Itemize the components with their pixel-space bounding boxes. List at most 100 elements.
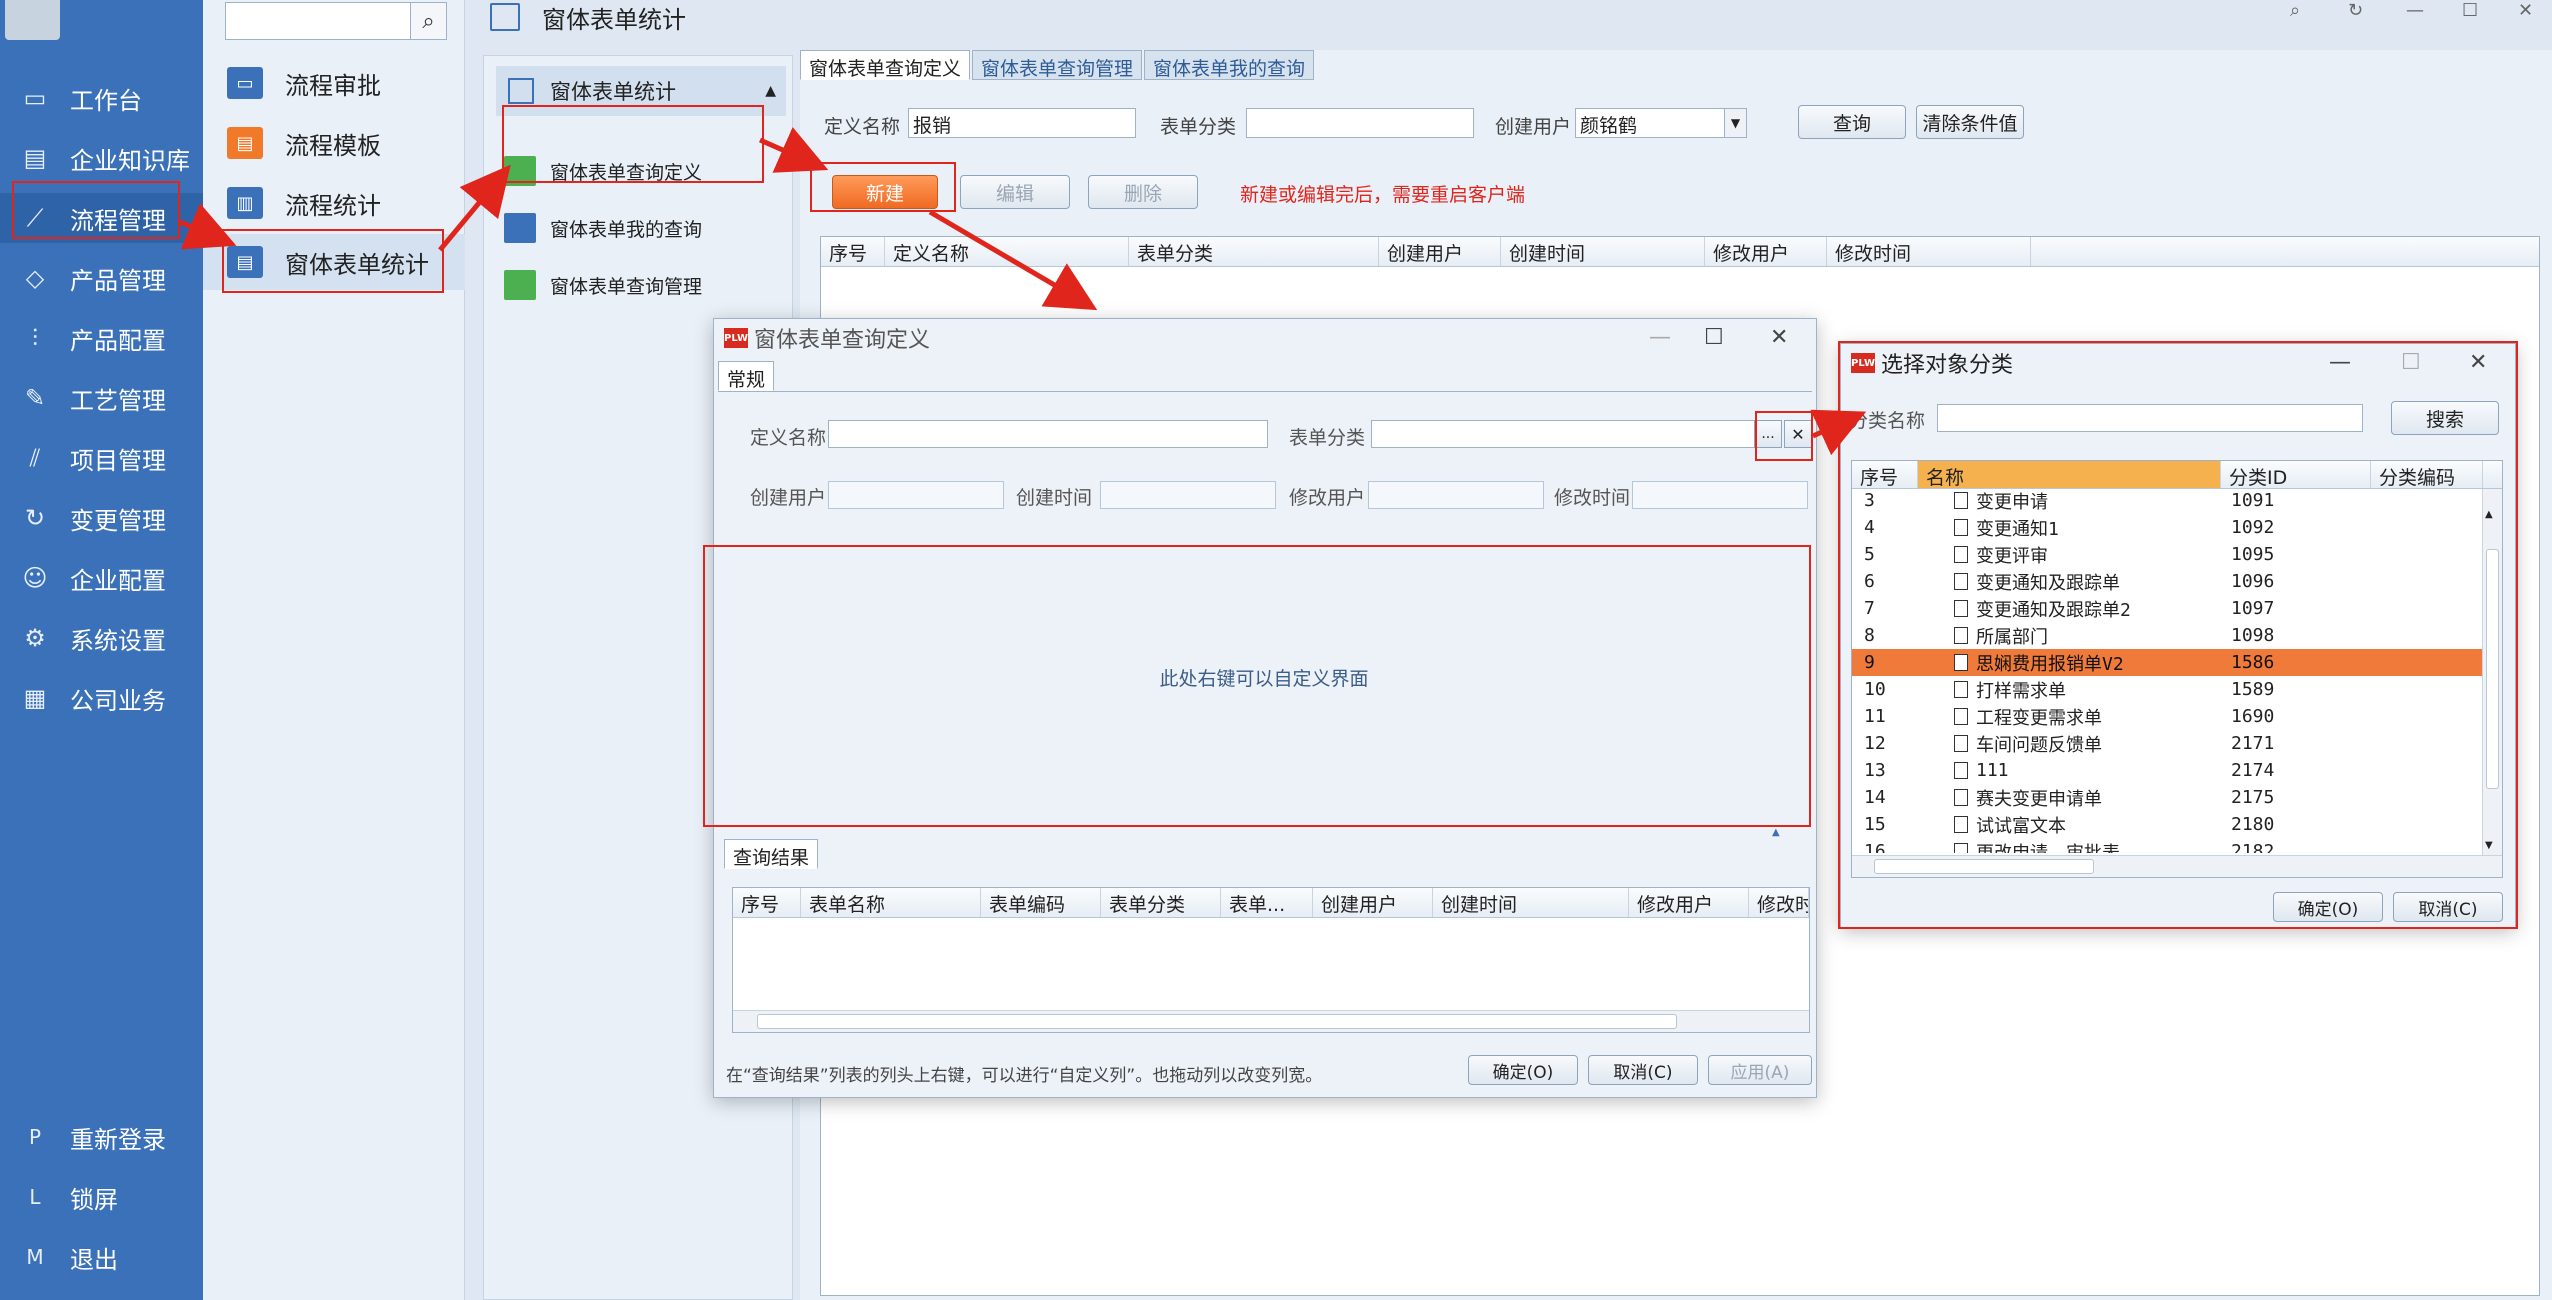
tab-my-query[interactable]: 窗体表单我的查询 bbox=[1144, 50, 1315, 80]
results-col-create-time[interactable]: 创建时间 bbox=[1433, 888, 1629, 917]
scrollbar-thumb[interactable] bbox=[757, 1014, 1677, 1029]
category-row[interactable]: 15 试试富文本 2180 bbox=[1852, 811, 2482, 838]
category-col-code[interactable]: 分类编码 bbox=[2371, 461, 2483, 488]
custom-layout-area[interactable]: 此处右键可以自定义界面 bbox=[724, 545, 1804, 809]
cancel-button[interactable]: 取消(C) bbox=[1588, 1055, 1698, 1085]
category-row[interactable]: 5 变更评审 1095 bbox=[1852, 541, 2482, 568]
ok-button[interactable]: 确定(O) bbox=[2273, 892, 2383, 922]
maximize-icon[interactable]: ☐ bbox=[1704, 325, 1724, 350]
apply-button[interactable]: 应用(A) bbox=[1708, 1055, 1812, 1085]
maximize-icon[interactable]: ☐ bbox=[2401, 350, 2421, 375]
category-row[interactable]: 13 111 2174 bbox=[1852, 757, 2482, 784]
results-col-modify-time[interactable]: 修改时 bbox=[1749, 888, 1809, 917]
tab-query-definition[interactable]: 窗体表单查询定义 bbox=[800, 50, 971, 80]
category-row[interactable]: 8 所属部门 1098 bbox=[1852, 622, 2482, 649]
results-col-form-extra[interactable]: 表单... bbox=[1221, 888, 1313, 917]
sidebar-item-business[interactable]: ▦ 公司业务 bbox=[0, 673, 203, 723]
collapse-icon[interactable]: ▲ bbox=[765, 83, 776, 99]
def-name-input[interactable]: 报销 bbox=[908, 108, 1136, 138]
category-row[interactable]: 16 更改申请、审批表 2182 bbox=[1852, 838, 2482, 853]
refresh-icon[interactable]: ↻ bbox=[2348, 0, 2363, 21]
edit-button[interactable]: 编辑 bbox=[960, 175, 1070, 209]
results-col-seq[interactable]: 序号 bbox=[733, 888, 801, 917]
category-row[interactable]: 3 变更申请 1091 bbox=[1852, 487, 2482, 514]
tab-query-results[interactable]: 查询结果 bbox=[724, 839, 819, 869]
collapse-icon[interactable]: ▲ bbox=[1772, 827, 1780, 838]
scrollbar-thumb[interactable] bbox=[1874, 859, 2094, 874]
close-icon[interactable]: ✕ bbox=[2469, 350, 2487, 375]
sidebar-item-enterprise[interactable]: ☺ 企业配置 bbox=[0, 553, 203, 603]
avatar[interactable] bbox=[5, 0, 60, 40]
new-button[interactable]: 新建 bbox=[832, 175, 938, 209]
nav-item-query-management[interactable]: 窗体表单查询管理 bbox=[504, 260, 784, 310]
category-col-id[interactable]: 分类ID bbox=[2221, 461, 2371, 488]
clear-category-button[interactable]: ✕ bbox=[1784, 420, 1812, 448]
category-row[interactable]: 10 打样需求单 1589 bbox=[1852, 676, 2482, 703]
category-row[interactable]: 14 赛夫变更申请单 2175 bbox=[1852, 784, 2482, 811]
lock-screen-button[interactable]: L 锁屏 bbox=[0, 1172, 203, 1222]
submenu-item-statistics[interactable]: ▥ 流程统计 bbox=[203, 175, 465, 231]
nav-item-my-query[interactable]: 窗体表单我的查询 bbox=[504, 203, 784, 253]
grid-col-def-name[interactable]: 定义名称 bbox=[885, 237, 1129, 266]
creator-select[interactable]: 颜铭鹤 ▼ bbox=[1575, 108, 1747, 138]
submenu-search-input[interactable]: ⌕ bbox=[225, 2, 447, 40]
results-col-form-name[interactable]: 表单名称 bbox=[801, 888, 981, 917]
search-button[interactable]: 搜索 bbox=[2391, 401, 2499, 435]
sidebar-item-knowledge[interactable]: ▤ 企业知识库 bbox=[0, 133, 203, 183]
minimize-icon[interactable]: — bbox=[1649, 325, 1671, 350]
results-col-creator[interactable]: 创建用户 bbox=[1313, 888, 1433, 917]
chevron-down-icon[interactable]: ▼ bbox=[1724, 109, 1746, 137]
results-col-modifier[interactable]: 修改用户 bbox=[1629, 888, 1749, 917]
category-name-input[interactable] bbox=[1937, 404, 2363, 432]
close-icon[interactable]: ✕ bbox=[1770, 325, 1788, 350]
sidebar-item-workflow[interactable]: ⟋ 流程管理 bbox=[0, 193, 203, 243]
category-row[interactable]: 11 工程变更需求单 1690 bbox=[1852, 703, 2482, 730]
def-name-input[interactable] bbox=[828, 420, 1268, 448]
cancel-button[interactable]: 取消(C) bbox=[2393, 892, 2503, 922]
minimize-icon[interactable]: — bbox=[2329, 350, 2351, 375]
grid-col-modify-time[interactable]: 修改时间 bbox=[1827, 237, 2031, 266]
sidebar-item-product-config[interactable]: ⫶ 产品配置 bbox=[0, 313, 203, 363]
grid-col-seq[interactable]: 序号 bbox=[821, 237, 885, 266]
minimize-icon[interactable]: — bbox=[2406, 0, 2424, 21]
scroll-up-icon[interactable]: ▲ bbox=[2485, 509, 2493, 520]
sidebar-item-change[interactable]: ↻ 变更管理 bbox=[0, 493, 203, 543]
ok-button[interactable]: 确定(O) bbox=[1468, 1055, 1578, 1085]
vertical-scrollbar[interactable]: ▲ ▼ bbox=[2482, 489, 2502, 855]
submenu-item-template[interactable]: ▤ 流程模板 bbox=[203, 115, 465, 171]
category-row[interactable]: 9 思娴费用报销单V2 1586 bbox=[1852, 649, 2482, 676]
category-row[interactable]: 6 变更通知及跟踪单 1096 bbox=[1852, 568, 2482, 595]
scroll-down-icon[interactable]: ▼ bbox=[2485, 840, 2493, 851]
panel-header[interactable]: 窗体表单统计 ▲ bbox=[496, 66, 786, 116]
grid-col-form-category[interactable]: 表单分类 bbox=[1129, 237, 1379, 266]
search-icon[interactable]: ⌕ bbox=[2290, 0, 2300, 21]
category-row[interactable]: 7 变更通知及跟踪单2 1097 bbox=[1852, 595, 2482, 622]
delete-button[interactable]: 删除 bbox=[1088, 175, 1198, 209]
nav-item-query-definition[interactable]: 窗体表单查询定义 bbox=[504, 146, 784, 196]
form-category-input[interactable] bbox=[1371, 420, 1771, 448]
results-col-form-category[interactable]: 表单分类 bbox=[1101, 888, 1221, 917]
category-row[interactable]: 4 变更通知1 1092 bbox=[1852, 514, 2482, 541]
relogin-button[interactable]: P 重新登录 bbox=[0, 1112, 203, 1162]
sidebar-item-workbench[interactable]: ▭ 工作台 bbox=[0, 73, 203, 123]
clear-conditions-button[interactable]: 清除条件值 bbox=[1916, 105, 2024, 139]
tab-query-management[interactable]: 窗体表单查询管理 bbox=[972, 50, 1143, 80]
logout-button[interactable]: M 退出 bbox=[0, 1232, 203, 1282]
scrollbar-thumb[interactable] bbox=[2486, 549, 2499, 789]
grid-col-modifier[interactable]: 修改用户 bbox=[1705, 237, 1827, 266]
sidebar-item-product[interactable]: ◇ 产品管理 bbox=[0, 253, 203, 303]
sidebar-item-project[interactable]: ⫽ 项目管理 bbox=[0, 433, 203, 483]
results-col-form-code[interactable]: 表单编码 bbox=[981, 888, 1101, 917]
submenu-item-approval[interactable]: ▭ 流程审批 bbox=[203, 55, 465, 111]
browse-category-button[interactable]: ... bbox=[1754, 420, 1782, 448]
maximize-icon[interactable]: ☐ bbox=[2462, 0, 2478, 21]
tab-general[interactable]: 常规 bbox=[718, 361, 775, 391]
sidebar-item-craft[interactable]: ✎ 工艺管理 bbox=[0, 373, 203, 423]
grid-col-create-time[interactable]: 创建时间 bbox=[1501, 237, 1705, 266]
horizontal-scrollbar[interactable] bbox=[733, 1010, 1809, 1032]
results-grid[interactable]: 序号 表单名称 表单编码 表单分类 表单... 创建用户 创建时间 修改用户 修… bbox=[732, 887, 1810, 1033]
submenu-item-form-statistics[interactable]: ▤ 窗体表单统计 bbox=[203, 234, 465, 290]
category-row[interactable]: 12 车间问题反馈单 2171 bbox=[1852, 730, 2482, 757]
search-icon[interactable]: ⌕ bbox=[410, 3, 446, 39]
category-tree-grid[interactable]: 序号 名称 分类ID 分类编码 3 变更申请 1091 4 变更通知1 1092 5 变更评审… bbox=[1851, 460, 2503, 878]
